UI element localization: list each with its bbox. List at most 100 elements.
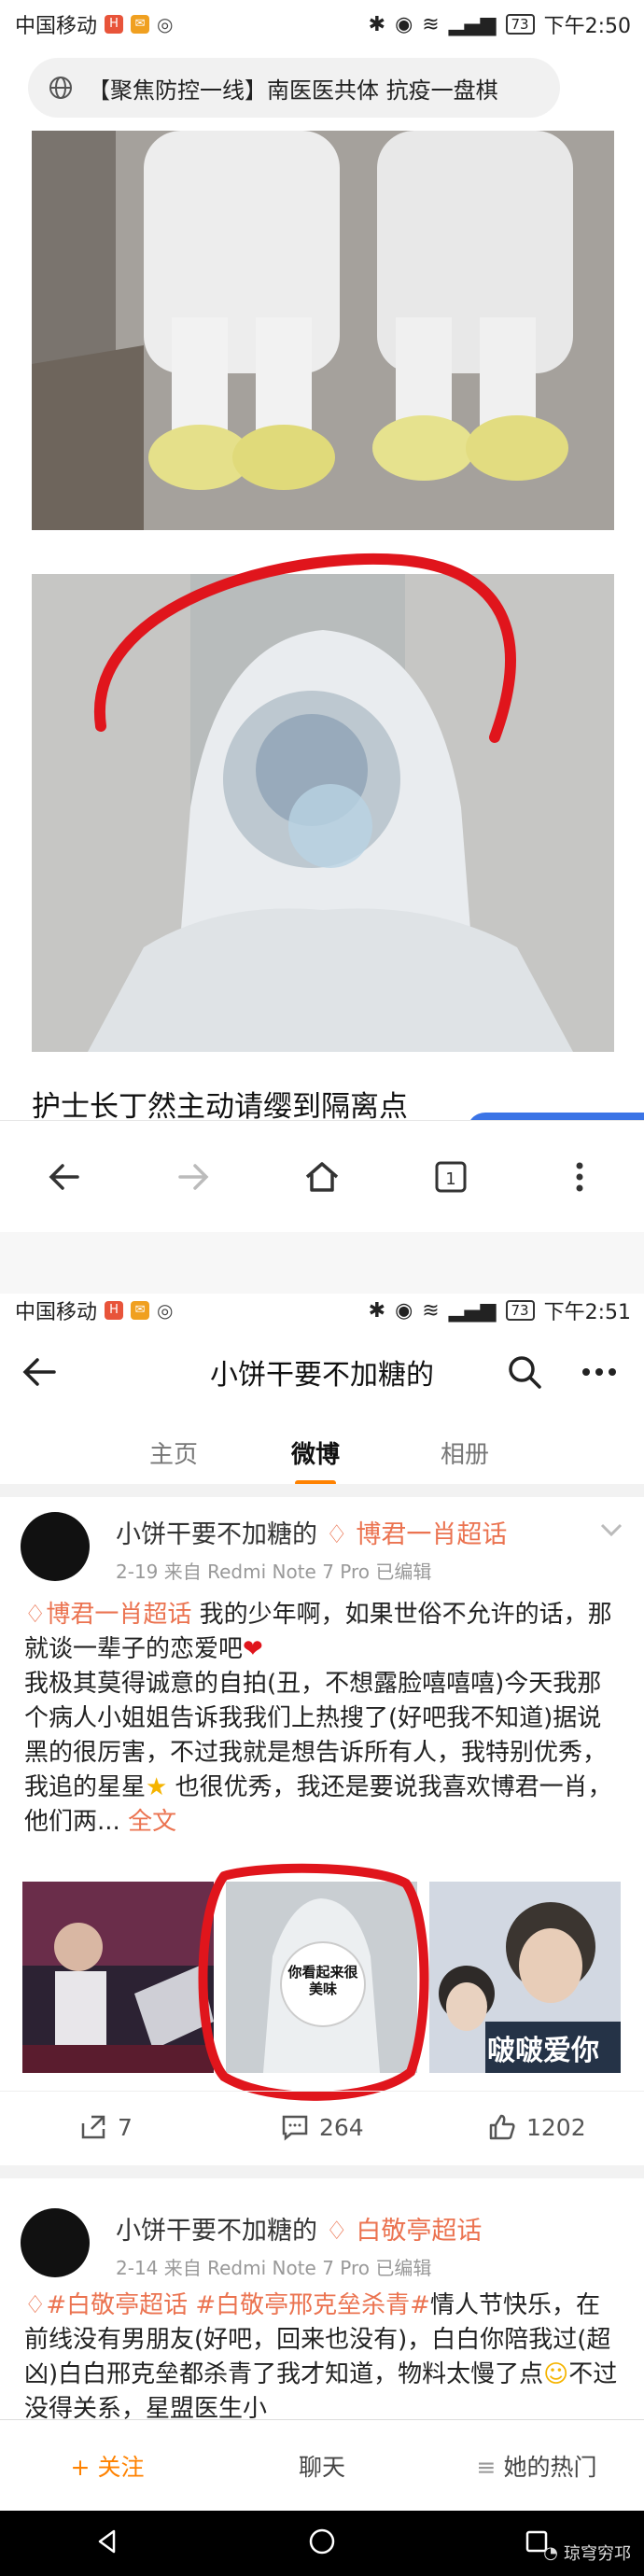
weibo-watermark: ◔ 琼穹穷邛 [543, 2541, 631, 2565]
follow-button[interactable]: + 关注 [0, 2449, 215, 2483]
more-menu-button[interactable] [552, 1149, 608, 1205]
post-body: ♢博君一肖超话 我的少年啊，如果世俗不允许的话，那就谈一辈子的恋爱吧❤ 我极其莫… [24, 1598, 622, 1840]
repost-button[interactable]: 7 [78, 2112, 133, 2142]
post-meta: 2-14 来自 Redmi Note 7 Pro 已编辑 [116, 2253, 431, 2280]
diamond-icon: ♢ [24, 2291, 47, 2319]
signal-icon: ▂▄▆ [448, 12, 497, 36]
tab-count-icon: 1 [435, 1161, 467, 1193]
diamond-icon: ♢ [325, 2217, 348, 2246]
triangle-back-icon [98, 2529, 115, 2554]
back-button[interactable] [36, 1149, 92, 1205]
repost-icon [81, 2115, 105, 2139]
svg-text:1: 1 [445, 1169, 455, 1189]
super-topic-link[interactable]: 白敬亭超话 [356, 2217, 482, 2246]
more-button[interactable] [579, 1353, 620, 1394]
edited-label: 已编辑 [375, 1561, 432, 1583]
hot-posts-button[interactable]: ≡ 她的热门 [429, 2449, 644, 2483]
search-button[interactable] [504, 1351, 545, 1396]
thumbs-up-icon [489, 2114, 515, 2140]
post-image-3[interactable]: 啵啵爱你 [429, 1882, 621, 2073]
author-name[interactable]: 小饼干要不加糖的 [116, 1520, 317, 1549]
full-text-link[interactable]: 全文 [128, 1808, 176, 1836]
profile-bottom-bar: + 关注 聊天 ≡ 她的热门 [0, 2419, 644, 2512]
arrow-right-icon [178, 1164, 209, 1190]
post-meta: 2-19 来自 Redmi Note 7 Pro 已编辑 [116, 1557, 431, 1584]
repost-count: 7 [118, 2113, 133, 2141]
author-name[interactable]: 小饼干要不加糖的 [116, 2217, 317, 2246]
battery-indicator: 73 [505, 14, 535, 35]
signal-icon: ▂▄▆ [448, 1298, 497, 1323]
topic-link[interactable]: 博君一肖超话 [46, 1601, 191, 1629]
diamond-icon: ♢ [24, 1601, 47, 1629]
chevron-down-icon [600, 1523, 623, 1537]
tab-home[interactable]: 主页 [149, 1435, 198, 1470]
post-source: 来自 Redmi Note 7 Pro [163, 2257, 371, 2279]
post-source: 来自 Redmi Note 7 Pro [163, 1561, 371, 1583]
arrow-left-icon [49, 1164, 79, 1190]
forward-button[interactable] [165, 1149, 221, 1205]
children-in-protective-suits-image [32, 131, 614, 530]
carrier-label: 中国移动 [15, 1301, 98, 1324]
topic-link[interactable]: #白敬亭超话 [46, 2291, 188, 2319]
hot-posts-label: 她的热门 [503, 2454, 597, 2481]
post-header: 小饼干要不加糖的 ♢ 博君一肖超话 [116, 1514, 507, 1550]
circle-home-icon [309, 2528, 335, 2555]
comment-icon [282, 2115, 308, 2141]
more-vertical-icon [576, 1162, 583, 1192]
comment-button[interactable]: 264 [280, 2112, 364, 2142]
red-circle-annotation [198, 1863, 429, 2101]
battery-indicator: 73 [505, 1300, 535, 1321]
menu-icon: ≡ [476, 2454, 504, 2481]
arrow-left-icon [22, 1358, 56, 1386]
more-horizontal-icon [582, 1368, 616, 1376]
chat-button[interactable]: 聊天 [215, 2449, 429, 2483]
post-header: 小饼干要不加糖的 ♢ 白敬亭超话 [116, 2210, 482, 2247]
image-banner-text: 啵啵爱你 [487, 2035, 599, 2067]
profile-title: 小饼干要不加糖的 [210, 1359, 434, 1392]
article-photo-children [32, 131, 614, 530]
post-menu-button[interactable] [599, 1521, 623, 1542]
hd-icon: H [105, 15, 124, 34]
heart-icon: ❤ [243, 1635, 263, 1663]
like-button[interactable]: 1202 [487, 2112, 586, 2142]
page-title: 【聚焦防控一线】南医医共体 抗疫一盘棋 [88, 77, 498, 104]
bluetooth-icon: ✱ [368, 12, 386, 36]
profile-tabs: 主页 微博 相册 [0, 1419, 644, 1486]
globe-icon [49, 77, 72, 99]
system-home-button[interactable] [307, 2527, 337, 2560]
stage-photo-image [22, 1882, 214, 2073]
wechat-icon: ◎ [157, 1299, 174, 1322]
avatar[interactable] [21, 1512, 90, 1581]
carrier-label: 中国移动 [15, 15, 98, 38]
red-annotation [47, 553, 516, 1143]
topic-link[interactable]: #白敬亭邢克垒杀青# [195, 2291, 430, 2319]
post-date: 2-14 [116, 2257, 159, 2279]
address-bar[interactable]: 【聚焦防控一线】南医医共体 抗疫一盘棋 [28, 58, 560, 118]
notification-icon: ✉ [131, 15, 150, 34]
edited-label: 已编辑 [375, 2257, 432, 2279]
avatar[interactable] [21, 2208, 90, 2277]
eye-icon: ◉ [395, 1298, 413, 1323]
watermark-text: 琼穹穷邛 [564, 2544, 631, 2564]
screenshot-divider [0, 1232, 644, 1294]
back-button[interactable] [19, 1351, 60, 1396]
notification-icon: ✉ [131, 1301, 150, 1320]
super-topic-link[interactable]: 博君一肖超话 [356, 1520, 507, 1549]
wechat-icon: ◎ [157, 13, 174, 35]
tab-weibo[interactable]: 微博 [291, 1435, 340, 1470]
emoji-icon: ☺ [543, 2360, 569, 2388]
search-icon [509, 1356, 541, 1389]
profile-header: 小饼干要不加糖的 [0, 1325, 644, 1419]
post-actions: 7 264 1202 [0, 2091, 644, 2166]
hd-icon: H [105, 1301, 124, 1320]
comment-count: 264 [319, 2113, 364, 2141]
post-image-1[interactable] [22, 1882, 214, 2073]
tab-album[interactable]: 相册 [441, 1435, 489, 1470]
post-body: ♢#白敬亭超话 #白敬亭邢克垒杀青#情人节快乐，在前线没有男朋友(好吧，回来也没… [24, 2289, 622, 2419]
home-button[interactable] [294, 1149, 350, 1205]
browser-toolbar: 1 [0, 1120, 644, 1233]
tabs-button[interactable]: 1 [423, 1149, 479, 1205]
like-count: 1202 [526, 2113, 586, 2141]
system-back-button[interactable] [93, 2527, 121, 2559]
post-date: 2-19 [116, 1561, 159, 1583]
